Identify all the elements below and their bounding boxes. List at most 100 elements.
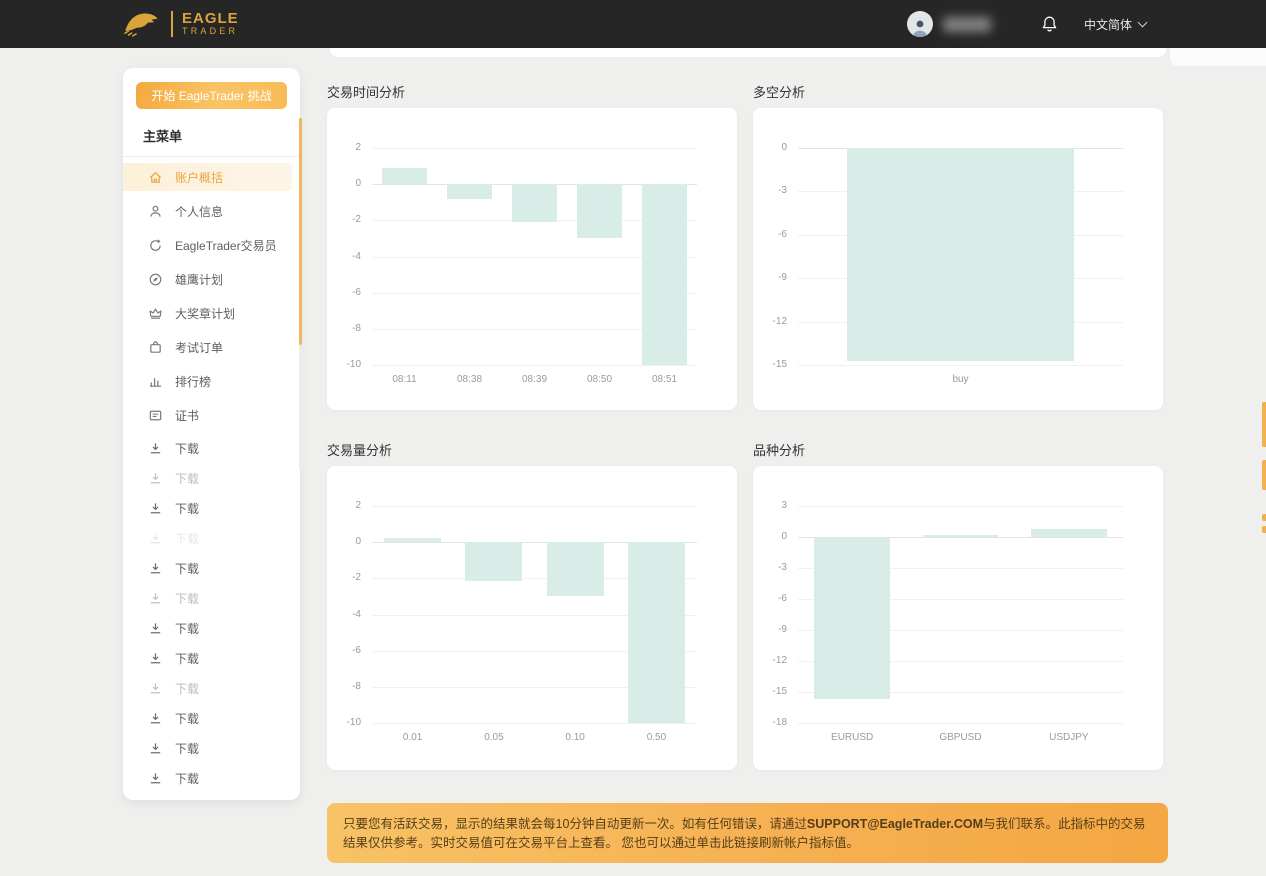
download-icon — [148, 561, 163, 576]
y-axis-tick-label: -8 — [327, 323, 361, 334]
ranking-bars-icon — [148, 374, 163, 389]
notice-text: 只要您有活跃交易，显示的结果就会每10分钟自动更新一次。如有任何错误，请通过 — [343, 817, 807, 831]
download-icon — [148, 501, 163, 516]
x-axis-tick-label: 08:50 — [567, 374, 632, 385]
refresh-metrics-link[interactable]: 单击此链接 — [696, 836, 759, 850]
compass-icon — [148, 272, 163, 287]
bar-08:38[interactable] — [447, 184, 493, 199]
bar-0.50[interactable] — [628, 542, 685, 723]
floating-widget-fragment[interactable] — [1262, 460, 1266, 490]
sidebar-item-exam-orders[interactable]: 考试订单 — [123, 333, 292, 361]
sidebar-item-label: 证书 — [175, 407, 199, 424]
sidebar-item-download[interactable]: 下载 — [123, 557, 292, 579]
y-axis-tick-label: -15 — [753, 359, 787, 370]
x-axis-tick-label: buy — [798, 374, 1123, 385]
sidebar-item-label: 个人信息 — [175, 203, 223, 220]
download-icon — [148, 441, 163, 456]
bar-08:11[interactable] — [382, 168, 428, 184]
sidebar-item-download[interactable]: 下载 — [123, 587, 292, 609]
y-axis-tick-label: -15 — [753, 686, 787, 697]
sidebar-item-download[interactable]: 下载 — [123, 617, 292, 639]
scrolled-card-bottom-edge-right — [1170, 48, 1266, 66]
support-email: SUPPORT@EagleTrader.COM — [807, 817, 983, 831]
user-avatar[interactable] — [907, 11, 933, 37]
bar-08:51[interactable] — [642, 184, 688, 365]
download-icon — [148, 621, 163, 636]
x-axis-tick-label: 0.01 — [372, 732, 453, 743]
y-axis-tick-label: 2 — [327, 142, 361, 153]
bar-0.01[interactable] — [384, 538, 441, 543]
brand-logo[interactable]: EAGLE TRADER — [120, 6, 239, 42]
language-selector[interactable]: 中文简体 — [1084, 16, 1146, 33]
x-axis-tick-label: 08:51 — [632, 374, 697, 385]
x-axis-tick-label: 0.10 — [535, 732, 616, 743]
sidebar-item-download[interactable]: 下载 — [123, 497, 292, 519]
download-label: 下载 — [175, 440, 199, 457]
start-challenge-button[interactable]: 开始 EagleTrader 挑战 — [136, 82, 287, 109]
y-axis-tick-label: 0 — [327, 178, 361, 189]
x-axis-tick-label: USDJPY — [1015, 732, 1123, 743]
sidebar-item-download[interactable]: 下载 — [123, 707, 292, 729]
sidebar-item-download[interactable]: 下载 — [123, 767, 292, 789]
sidebar-item-eagletrader-trader[interactable]: EagleTrader交易员 — [123, 231, 292, 259]
y-axis-tick-label: -3 — [753, 562, 787, 573]
sidebar-scrollbar-thumb[interactable] — [299, 118, 302, 345]
bar-08:39[interactable] — [512, 184, 558, 222]
sidebar-section-title: 主菜单 — [143, 126, 300, 145]
sidebar-item-download[interactable]: 下载 — [123, 647, 292, 669]
y-axis-tick-label: -6 — [327, 287, 361, 298]
sidebar-item-download[interactable]: 下载 — [123, 467, 292, 489]
notice-banner: 只要您有活跃交易，显示的结果就会每10分钟自动更新一次。如有任何错误，请通过SU… — [327, 803, 1168, 863]
x-axis-tick-label: 08:38 — [437, 374, 502, 385]
download-label: 下载 — [175, 470, 199, 487]
notification-bell-icon[interactable] — [1041, 15, 1058, 33]
download-icon — [148, 711, 163, 726]
y-axis-tick-label: 0 — [327, 536, 361, 547]
bar-chart-symbols: 30-3-6-9-12-15-18EURUSDGBPUSDUSDJPY — [753, 466, 1163, 770]
username-redacted — [943, 17, 991, 32]
y-axis-tick-label: -9 — [753, 624, 787, 635]
sidebar-item-download[interactable]: 下载 — [123, 677, 292, 699]
chart-card-long-short: 0-3-6-9-12-15buy — [753, 108, 1163, 410]
sidebar-item-download[interactable]: 下载 — [123, 527, 292, 549]
sidebar-item-personal-info[interactable]: 个人信息 — [123, 197, 292, 225]
sidebar: 开始 EagleTrader 挑战 主菜单 账户概括 个人信息 EagleTra… — [123, 68, 300, 800]
certificate-icon — [148, 408, 163, 423]
top-header: EAGLE TRADER 中文简体 — [0, 0, 1266, 48]
download-label: 下载 — [175, 680, 199, 697]
sidebar-item-account-overview[interactable]: 账户概括 — [123, 163, 292, 191]
download-icon — [148, 531, 163, 546]
download-label: 下载 — [175, 500, 199, 517]
download-icon — [148, 741, 163, 756]
bar-08:50[interactable] — [577, 184, 623, 238]
sidebar-item-download[interactable]: 下载 — [123, 437, 292, 459]
sidebar-item-certificate[interactable]: 证书 — [123, 401, 292, 429]
y-axis-tick-label: -18 — [753, 717, 787, 728]
sidebar-item-leaderboard[interactable]: 排行榜 — [123, 367, 292, 395]
y-axis-tick-label: 0 — [753, 531, 787, 542]
bar-0.10[interactable] — [547, 542, 604, 596]
bar-EURUSD[interactable] — [814, 537, 890, 699]
logo-text-eagle: EAGLE — [182, 11, 239, 26]
bar-USDJPY[interactable] — [1031, 529, 1107, 537]
download-icon — [148, 771, 163, 786]
bar-GBPUSD[interactable] — [923, 535, 999, 537]
floating-widget-fragment[interactable] — [1262, 402, 1266, 447]
y-axis-tick-label: -9 — [753, 272, 787, 283]
scrolled-card-bottom-edge — [330, 48, 1166, 57]
sidebar-item-eagle-plan[interactable]: 雄鹰计划 — [123, 265, 292, 293]
y-axis-tick-label: -6 — [753, 593, 787, 604]
refresh-icon — [148, 238, 163, 253]
y-axis-tick-label: 2 — [327, 500, 361, 511]
bar-0.05[interactable] — [465, 542, 522, 581]
download-icon — [148, 591, 163, 606]
bar-chart-long-short: 0-3-6-9-12-15buy — [753, 108, 1163, 410]
sidebar-item-label: 考试订单 — [175, 339, 223, 356]
bar-buy[interactable] — [847, 148, 1075, 361]
gridline — [798, 365, 1123, 366]
sidebar-item-medal-plan[interactable]: 大奖章计划 — [123, 299, 292, 327]
sidebar-item-download[interactable]: 下载 — [123, 737, 292, 759]
sidebar-item-label: 雄鹰计划 — [175, 271, 223, 288]
y-axis-tick-label: -6 — [753, 229, 787, 240]
order-bag-icon — [148, 340, 163, 355]
